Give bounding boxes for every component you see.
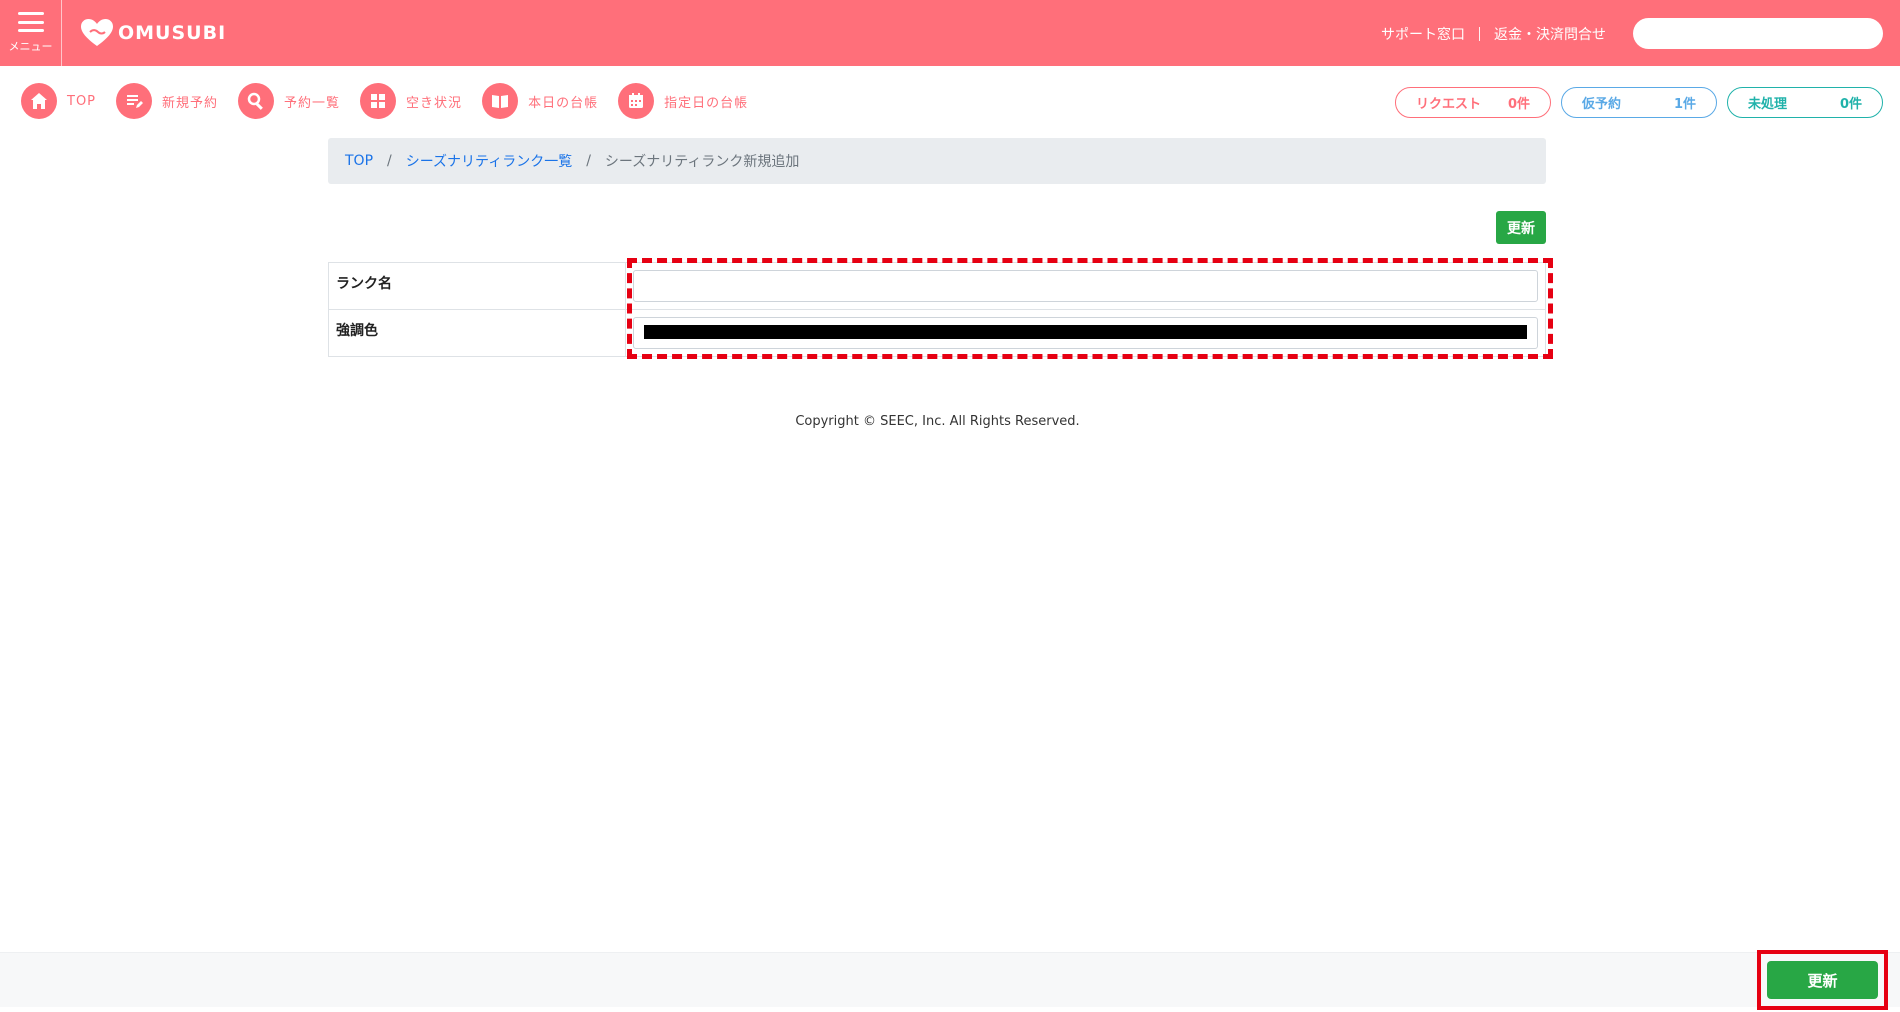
breadcrumb-rank-list-link[interactable]: シーズナリティランク一覧 xyxy=(406,151,572,171)
logo-text: OMUSUBI xyxy=(118,22,227,44)
book-icon xyxy=(482,83,519,119)
table-row: 強調色 xyxy=(328,309,1546,357)
breadcrumb-divider: / xyxy=(586,153,591,169)
status-pills: リクエスト 0件 仮予約 1件 未処理 0件 xyxy=(1385,87,1883,118)
pill-label: 未処理 xyxy=(1748,97,1788,112)
rank-name-cell xyxy=(625,262,1546,310)
update-button-bottom[interactable]: 更新 xyxy=(1767,961,1878,999)
table-row: ランク名 xyxy=(328,262,1546,310)
breadcrumb: TOP / シーズナリティランク一覧 / シーズナリティランク新規追加 xyxy=(328,138,1546,184)
nav-item-label: 予約一覧 xyxy=(284,95,341,111)
header-search-input[interactable] xyxy=(1633,18,1883,49)
update-button-top[interactable]: 更新 xyxy=(1496,211,1546,244)
menu-label: メニュー xyxy=(8,40,53,53)
highlight-color-cell xyxy=(625,309,1546,357)
refund-inquiry-link[interactable]: 返金・決済問合せ xyxy=(1494,24,1606,44)
nav-item-availability[interactable]: 空き状況 xyxy=(360,83,462,119)
home-icon xyxy=(21,83,57,119)
nav-item-label: 空き状況 xyxy=(406,95,463,111)
menu-button[interactable]: メニュー xyxy=(0,0,62,66)
hamburger-icon xyxy=(17,12,44,32)
top-header: メニュー OMUSUBI サポート窓口 返金・決済問合せ xyxy=(0,0,1900,66)
highlight-color-label: 強調色 xyxy=(328,309,626,357)
nav-item-label: TOP xyxy=(67,93,97,109)
request-status-pill[interactable]: リクエスト 0件 xyxy=(1395,87,1551,118)
nav-item-new-reservation[interactable]: 新規予約 xyxy=(116,83,218,119)
tentative-reservation-pill[interactable]: 仮予約 1件 xyxy=(1561,87,1717,118)
nav-row: TOP 新規予約 予約一覧 空き状況 本日の台帳 指定日の台帳 リクエスト 0件… xyxy=(0,66,1900,132)
breadcrumb-current: シーズナリティランク新規追加 xyxy=(604,154,800,170)
nav-item-reservation-list[interactable]: 予約一覧 xyxy=(238,83,340,119)
main-nav: TOP 新規予約 予約一覧 空き状況 本日の台帳 指定日の台帳 xyxy=(21,83,768,119)
copyright-text: Copyright © SEEC, Inc. All Rights Reserv… xyxy=(795,414,1080,429)
header-links: サポート窓口 返金・決済問合せ xyxy=(1381,24,1606,44)
color-swatch xyxy=(644,325,1527,339)
rank-name-label: ランク名 xyxy=(328,262,626,310)
grid-icon xyxy=(360,83,397,119)
rank-form-table: ランク名 強調色 xyxy=(328,262,1546,357)
support-link[interactable]: サポート窓口 xyxy=(1381,24,1465,44)
pill-count: 1件 xyxy=(1673,97,1696,112)
calendar-icon xyxy=(618,83,655,119)
footer-action-bar xyxy=(0,952,1900,1007)
nav-item-label: 本日の台帳 xyxy=(528,95,599,111)
breadcrumb-top-link[interactable]: TOP xyxy=(345,153,373,169)
nav-item-date-ledger[interactable]: 指定日の台帳 xyxy=(618,83,748,119)
unprocessed-status-pill[interactable]: 未処理 0件 xyxy=(1727,87,1883,118)
nav-item-label: 新規予約 xyxy=(162,95,219,111)
link-divider xyxy=(1479,27,1480,41)
pill-label: リクエスト xyxy=(1416,97,1482,112)
logo[interactable]: OMUSUBI xyxy=(80,16,226,50)
edit-list-icon xyxy=(116,83,153,119)
rank-name-input[interactable] xyxy=(633,270,1538,302)
breadcrumb-divider: / xyxy=(387,153,392,169)
nav-item-label: 指定日の台帳 xyxy=(664,95,749,111)
search-icon xyxy=(238,83,275,119)
nav-item-top[interactable]: TOP xyxy=(21,83,96,119)
nav-item-today-ledger[interactable]: 本日の台帳 xyxy=(482,83,598,119)
pill-count: 0件 xyxy=(1507,97,1530,112)
pill-count: 0件 xyxy=(1839,97,1862,112)
heart-hand-logo-icon xyxy=(81,19,113,46)
pill-label: 仮予約 xyxy=(1582,97,1622,112)
highlight-color-picker[interactable] xyxy=(633,317,1538,349)
